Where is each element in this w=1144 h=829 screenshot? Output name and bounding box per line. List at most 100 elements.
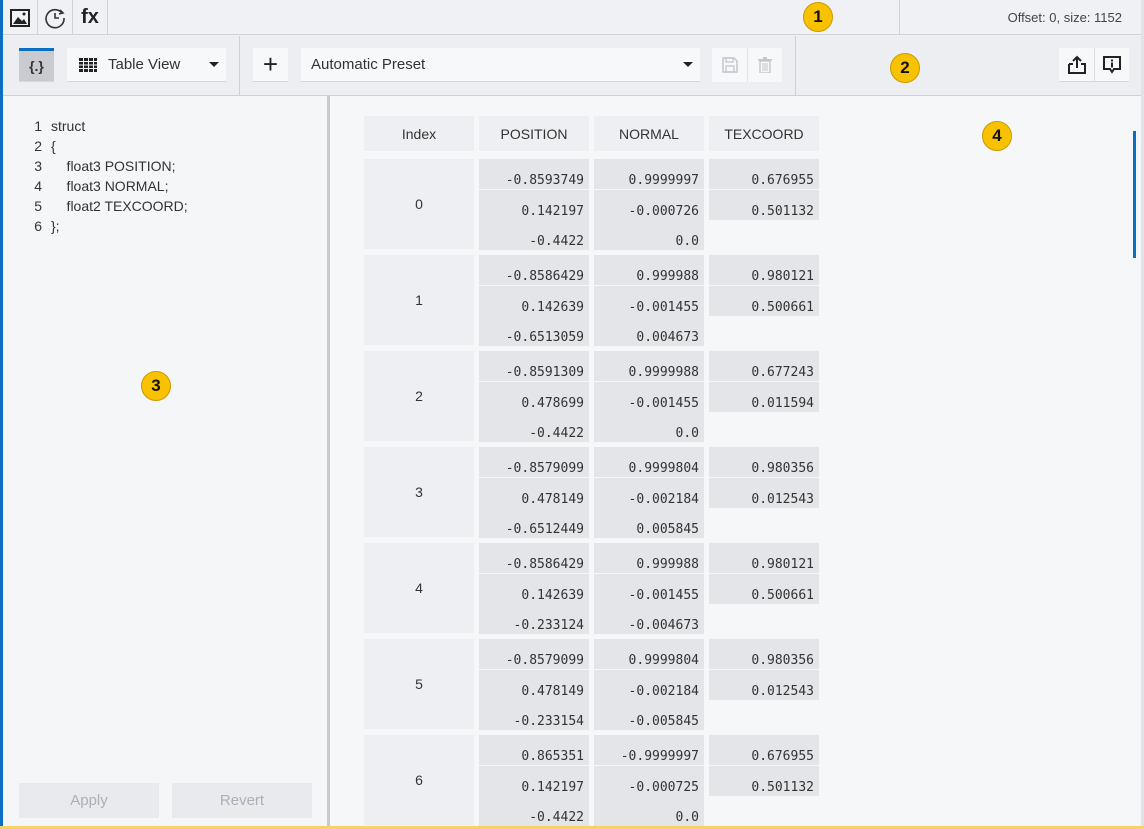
export-button[interactable]: [1059, 48, 1094, 82]
chevron-down-icon: [209, 62, 219, 67]
code-line[interactable]: 2{: [30, 138, 56, 154]
code-line[interactable]: 3 float3 POSITION;: [30, 158, 175, 174]
value-cell: 0.142197: [479, 189, 589, 220]
value-cell: 0.142197: [479, 765, 589, 796]
toolbar: {.} Table View + Automatic Preset: [3, 36, 1144, 96]
trash-icon: [758, 57, 772, 73]
save-icon: [721, 57, 738, 73]
preset-select[interactable]: Automatic Preset: [301, 48, 700, 82]
value-cell: -0.6512449: [479, 508, 589, 538]
view-select[interactable]: Table View: [67, 48, 226, 82]
revert-button[interactable]: Revert: [172, 783, 312, 818]
value-cell: 0.142639: [479, 285, 589, 316]
value-cell: -0.002184: [594, 669, 704, 700]
column-header: Index: [364, 116, 474, 151]
value-cell: 0.142639: [479, 573, 589, 604]
value-cell: -0.233124: [479, 604, 589, 634]
value-cell: -0.233154: [479, 700, 589, 730]
divider: [795, 36, 796, 95]
line-number: 3: [34, 158, 42, 174]
value-cell: -0.8593749: [479, 159, 589, 189]
save-preset-button[interactable]: [712, 48, 747, 82]
offset-size-label: Offset: 0, size: 1152: [1007, 10, 1122, 25]
struct-toggle-button[interactable]: {.}: [19, 48, 54, 82]
value-cell: -0.8586429: [479, 255, 589, 285]
window-edge: [0, 0, 3, 829]
value-cell: -0.6513059: [479, 316, 589, 346]
annotation-badge: 4: [982, 121, 1012, 151]
value-cell: 0.999988: [594, 543, 704, 573]
info-icon: [1103, 55, 1121, 74]
code-text: };: [51, 218, 60, 234]
line-number: 6: [34, 218, 42, 234]
value-cell: 0.012543: [709, 669, 819, 700]
code-line[interactable]: 4 float3 NORMAL;: [30, 178, 168, 194]
value-cell: -0.4422: [479, 796, 589, 826]
line-number: 2: [34, 138, 42, 154]
row-index: 2: [364, 351, 474, 441]
value-cell: 0.500661: [709, 573, 819, 604]
value-cell: 0.980121: [709, 255, 819, 285]
value-cell: 0.004673: [594, 316, 704, 346]
delete-preset-button[interactable]: [747, 48, 782, 82]
value-cell: 0.501132: [709, 765, 819, 796]
table-icon: [79, 57, 97, 72]
share-icon: [1067, 55, 1086, 74]
chevron-down-icon: [683, 62, 693, 67]
value-cell: -0.8586429: [479, 543, 589, 573]
row-index: 1: [364, 255, 474, 345]
value-cell: 0.676955: [709, 159, 819, 189]
value-cell: -0.005845: [594, 700, 704, 730]
row-index: 5: [364, 639, 474, 729]
value-cell: 0.012543: [709, 477, 819, 508]
history-icon[interactable]: [38, 0, 73, 35]
value-cell: -0.000726: [594, 189, 704, 220]
divider: [899, 0, 900, 35]
value-cell: -0.4422: [479, 220, 589, 250]
value-cell: -0.8579099: [479, 447, 589, 477]
add-preset-button[interactable]: +: [253, 48, 288, 82]
row-index: 6: [364, 735, 474, 825]
value-cell: 0.9999804: [594, 639, 704, 669]
value-cell: 0.980356: [709, 447, 819, 477]
code-text: {: [51, 138, 56, 154]
value-cell: 0.980121: [709, 543, 819, 573]
image-icon[interactable]: [3, 0, 38, 35]
value-cell: 0.501132: [709, 189, 819, 220]
code-text: float2 TEXCOORD;: [51, 198, 188, 214]
value-cell: 0.005845: [594, 508, 704, 538]
annotation-badge: 3: [141, 371, 171, 401]
annotation-badge: 1: [803, 2, 833, 32]
value-cell: 0.9999988: [594, 351, 704, 381]
value-cell: -0.9999997: [594, 735, 704, 765]
column-header: POSITION: [479, 116, 589, 151]
value-cell: 0.0: [594, 220, 704, 250]
code-line[interactable]: 6};: [30, 218, 60, 234]
value-cell: 0.0: [594, 796, 704, 826]
row-index: 0: [364, 159, 474, 249]
code-line[interactable]: 5 float2 TEXCOORD;: [30, 198, 188, 214]
info-button[interactable]: [1094, 48, 1129, 82]
value-cell: 0.478149: [479, 477, 589, 508]
value-cell: -0.002184: [594, 477, 704, 508]
code-text: float3 NORMAL;: [51, 178, 169, 194]
row-index: 3: [364, 447, 474, 537]
value-cell: 0.999988: [594, 255, 704, 285]
code-text: float3 POSITION;: [51, 158, 176, 174]
top-bar: fx Offset: 0, size: 1152: [3, 0, 1144, 35]
value-cell: 0.478699: [479, 381, 589, 412]
value-cell: 0.980356: [709, 639, 819, 669]
column-header: NORMAL: [594, 116, 704, 151]
value-cell: -0.000725: [594, 765, 704, 796]
view-select-value: Table View: [108, 56, 181, 73]
vertical-scrollbar[interactable]: [1133, 131, 1136, 258]
value-cell: 0.478149: [479, 669, 589, 700]
column-header: TEXCOORD: [709, 116, 819, 151]
function-icon[interactable]: fx: [73, 0, 108, 35]
apply-button[interactable]: Apply: [19, 783, 159, 818]
value-cell: 0.9999804: [594, 447, 704, 477]
value-cell: 0.865351: [479, 735, 589, 765]
line-number: 5: [34, 198, 42, 214]
code-text: struct: [51, 118, 86, 134]
code-line[interactable]: 1 struct: [30, 118, 85, 134]
